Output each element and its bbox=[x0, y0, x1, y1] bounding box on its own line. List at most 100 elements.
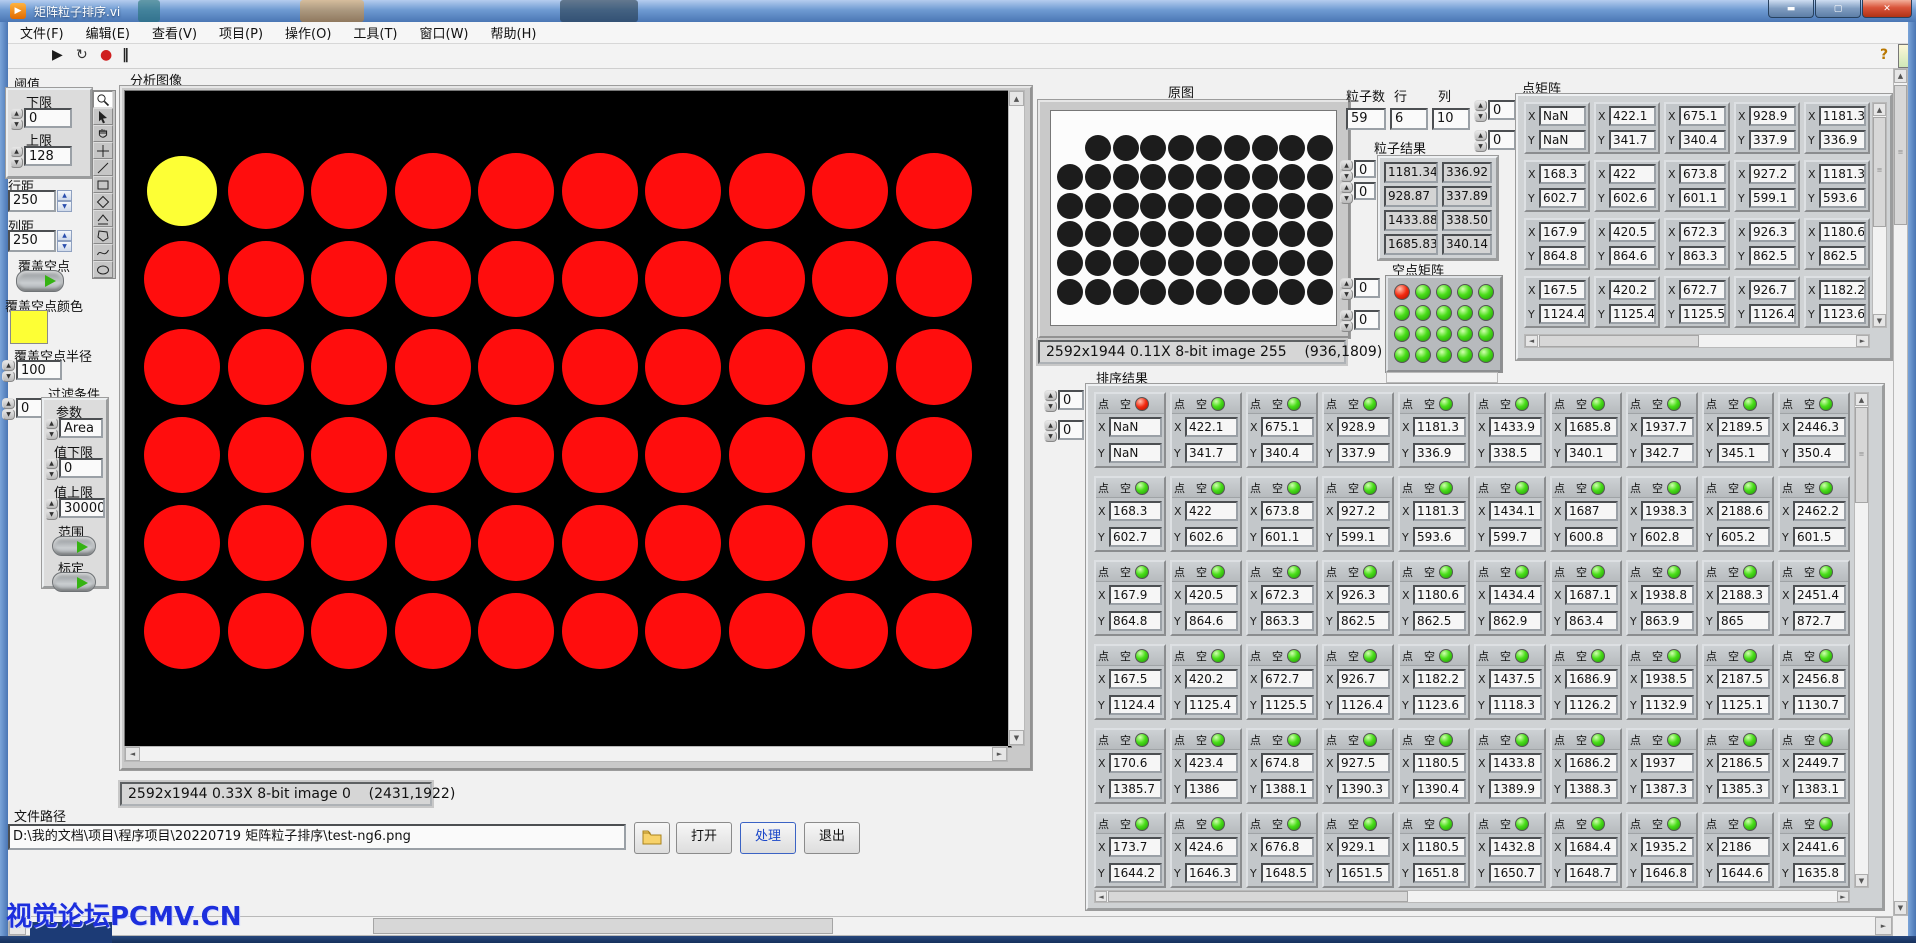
scroll-left-icon[interactable]: ◄ bbox=[125, 747, 140, 761]
run-continuous-icon[interactable]: ↻ bbox=[76, 47, 88, 63]
spinner-icon[interactable]: ▲ ▼ bbox=[2, 360, 15, 382]
coord-value[interactable]: 422.1 bbox=[1185, 417, 1238, 437]
coord-value[interactable]: 1385.7 bbox=[1109, 779, 1162, 799]
coord-value[interactable]: 927.5 bbox=[1337, 753, 1390, 773]
particle-index2-field[interactable]: ▲ ▼ 0 bbox=[1474, 130, 1516, 152]
coord-value[interactable]: 601.5 bbox=[1793, 527, 1846, 547]
coord-value[interactable]: 342.7 bbox=[1641, 443, 1694, 463]
coord-value[interactable]: 1937 bbox=[1641, 753, 1694, 773]
scroll-right-icon[interactable]: ► bbox=[1875, 917, 1892, 935]
coord-value[interactable]: 1181.3 bbox=[1819, 106, 1866, 126]
coord-value[interactable]: 1648.7 bbox=[1565, 863, 1618, 883]
coord-value[interactable]: 863.3 bbox=[1679, 246, 1726, 266]
coord-value[interactable]: 1434.1 bbox=[1489, 501, 1542, 521]
cover-radius-value[interactable]: 100 bbox=[16, 360, 62, 380]
coord-value[interactable]: 420.5 bbox=[1609, 222, 1656, 242]
col-count-value[interactable]: 10 bbox=[1432, 108, 1470, 130]
coord-value[interactable]: 1685.8 bbox=[1565, 417, 1618, 437]
coord-value[interactable]: 1938.5 bbox=[1641, 669, 1694, 689]
window-vscrollbar[interactable]: ▲ ≡ ▼ bbox=[1893, 68, 1908, 916]
coord-value[interactable]: 600.8 bbox=[1565, 527, 1618, 547]
coord-value[interactable]: 336.9 bbox=[1819, 130, 1866, 150]
coord-value[interactable]: 864.6 bbox=[1609, 246, 1656, 266]
particle-result-cell[interactable]: 340.14 bbox=[1442, 234, 1492, 255]
coord-value[interactable]: 1182.2 bbox=[1819, 280, 1866, 300]
abort-icon[interactable]: ● bbox=[100, 47, 112, 63]
coord-value[interactable]: 599.1 bbox=[1337, 527, 1390, 547]
coord-value[interactable]: 350.4 bbox=[1793, 443, 1846, 463]
open-button[interactable]: 打开 bbox=[676, 822, 732, 854]
coord-value[interactable]: 167.9 bbox=[1109, 585, 1162, 605]
coord-value[interactable]: 1388.1 bbox=[1261, 779, 1314, 799]
coord-value[interactable]: 928.9 bbox=[1337, 417, 1390, 437]
coord-value[interactable]: 864.6 bbox=[1185, 611, 1238, 631]
coord-value[interactable]: 2188.3 bbox=[1717, 585, 1770, 605]
upper-limit-field[interactable]: ▲ ▼ 128 bbox=[10, 146, 72, 168]
coord-value[interactable]: 340.4 bbox=[1261, 443, 1314, 463]
coord-value[interactable]: 1389.9 bbox=[1489, 779, 1542, 799]
coord-value[interactable]: 865 bbox=[1717, 611, 1770, 631]
coord-value[interactable]: 926.3 bbox=[1749, 222, 1796, 242]
coord-value[interactable]: 340.1 bbox=[1565, 443, 1618, 463]
menu-item-6[interactable]: 窗口(W) bbox=[420, 23, 469, 42]
particle-result-cell[interactable]: 1685.83 bbox=[1384, 234, 1438, 255]
window-hscrollbar[interactable]: ◄ ► bbox=[8, 916, 1893, 936]
scroll-down-icon[interactable]: ▼ bbox=[1855, 874, 1868, 887]
polygon-tool-button[interactable] bbox=[93, 227, 113, 244]
coord-value[interactable]: 1180.6 bbox=[1413, 585, 1466, 605]
coord-value[interactable]: 2186 bbox=[1717, 837, 1770, 857]
coord-value[interactable]: 2462.2 bbox=[1793, 501, 1846, 521]
coord-value[interactable]: 863.3 bbox=[1261, 611, 1314, 631]
scroll-left-icon[interactable]: ◄ bbox=[1095, 891, 1107, 902]
coord-value[interactable]: 336.9 bbox=[1413, 443, 1466, 463]
coord-value[interactable]: 422 bbox=[1185, 501, 1238, 521]
coord-value[interactable]: 862.5 bbox=[1413, 611, 1466, 631]
coord-value[interactable]: 1126.4 bbox=[1749, 304, 1796, 324]
sort-index2-value[interactable]: 0 bbox=[1058, 420, 1084, 440]
row-gap-field[interactable]: 250 ▲ ▼ bbox=[8, 190, 72, 212]
coord-value[interactable]: 1644.2 bbox=[1109, 863, 1162, 883]
empty-matrix-index2-value[interactable]: 0 bbox=[1354, 310, 1380, 330]
coord-value[interactable]: 2187.5 bbox=[1717, 669, 1770, 689]
coord-value[interactable]: 1687.1 bbox=[1565, 585, 1618, 605]
empty-matrix-hscrollbar[interactable] bbox=[1386, 372, 1498, 383]
scroll-down-icon[interactable]: ▼ bbox=[1873, 314, 1886, 327]
particle-result-cell[interactable]: 336.92 bbox=[1442, 162, 1492, 183]
coord-value[interactable]: 602.7 bbox=[1109, 527, 1162, 547]
spinner-icon[interactable]: ▲ ▼ bbox=[45, 458, 58, 480]
browse-button[interactable] bbox=[634, 822, 670, 854]
coord-value[interactable]: 862.5 bbox=[1749, 246, 1796, 266]
coord-value[interactable]: 1938.3 bbox=[1641, 501, 1694, 521]
coord-value[interactable]: 168.3 bbox=[1539, 164, 1586, 184]
spinner-icon[interactable]: ▲ ▼ bbox=[57, 190, 72, 212]
coord-value[interactable]: 1386 bbox=[1185, 779, 1238, 799]
spinner-icon[interactable]: ▲ ▼ bbox=[2, 398, 15, 420]
scroll-right-icon[interactable]: ► bbox=[1837, 891, 1849, 902]
coord-value[interactable]: 1181.3 bbox=[1413, 417, 1466, 437]
particle-count-value[interactable]: 59 bbox=[1346, 108, 1386, 130]
dot-matrix-hscrollbar[interactable]: ◄ ► bbox=[1524, 334, 1870, 348]
coord-value[interactable]: 168.3 bbox=[1109, 501, 1162, 521]
coord-value[interactable]: 2449.7 bbox=[1793, 753, 1846, 773]
coord-value[interactable]: 927.2 bbox=[1337, 501, 1390, 521]
coord-value[interactable]: 1124.4 bbox=[1539, 304, 1586, 324]
particle-result-cell[interactable]: 338.50 bbox=[1442, 210, 1492, 231]
rectangle-tool-button[interactable] bbox=[93, 176, 113, 193]
magnifier-tool-button[interactable] bbox=[93, 91, 113, 108]
particle-index2-value[interactable]: 0 bbox=[1488, 130, 1516, 150]
coord-value[interactable]: 872.7 bbox=[1793, 611, 1846, 631]
coord-value[interactable]: 2186.5 bbox=[1717, 753, 1770, 773]
coord-value[interactable]: 1126.4 bbox=[1337, 695, 1390, 715]
coord-value[interactable]: 1644.6 bbox=[1717, 863, 1770, 883]
help-icon[interactable]: ? bbox=[1880, 47, 1888, 63]
coord-value[interactable]: 862.9 bbox=[1489, 611, 1542, 631]
spinner-icon[interactable]: ▲ ▼ bbox=[45, 498, 58, 520]
menu-item-3[interactable]: 项目(P) bbox=[219, 23, 263, 42]
coord-value[interactable]: 1646.8 bbox=[1641, 863, 1694, 883]
coord-value[interactable]: 337.9 bbox=[1337, 443, 1390, 463]
coord-value[interactable]: 1650.7 bbox=[1489, 863, 1542, 883]
spinner-icon[interactable]: ▲ ▼ bbox=[1474, 130, 1487, 152]
coord-value[interactable]: 672.3 bbox=[1679, 222, 1726, 242]
coord-value[interactable]: 1125.4 bbox=[1609, 304, 1656, 324]
coord-value[interactable]: 928.9 bbox=[1749, 106, 1796, 126]
